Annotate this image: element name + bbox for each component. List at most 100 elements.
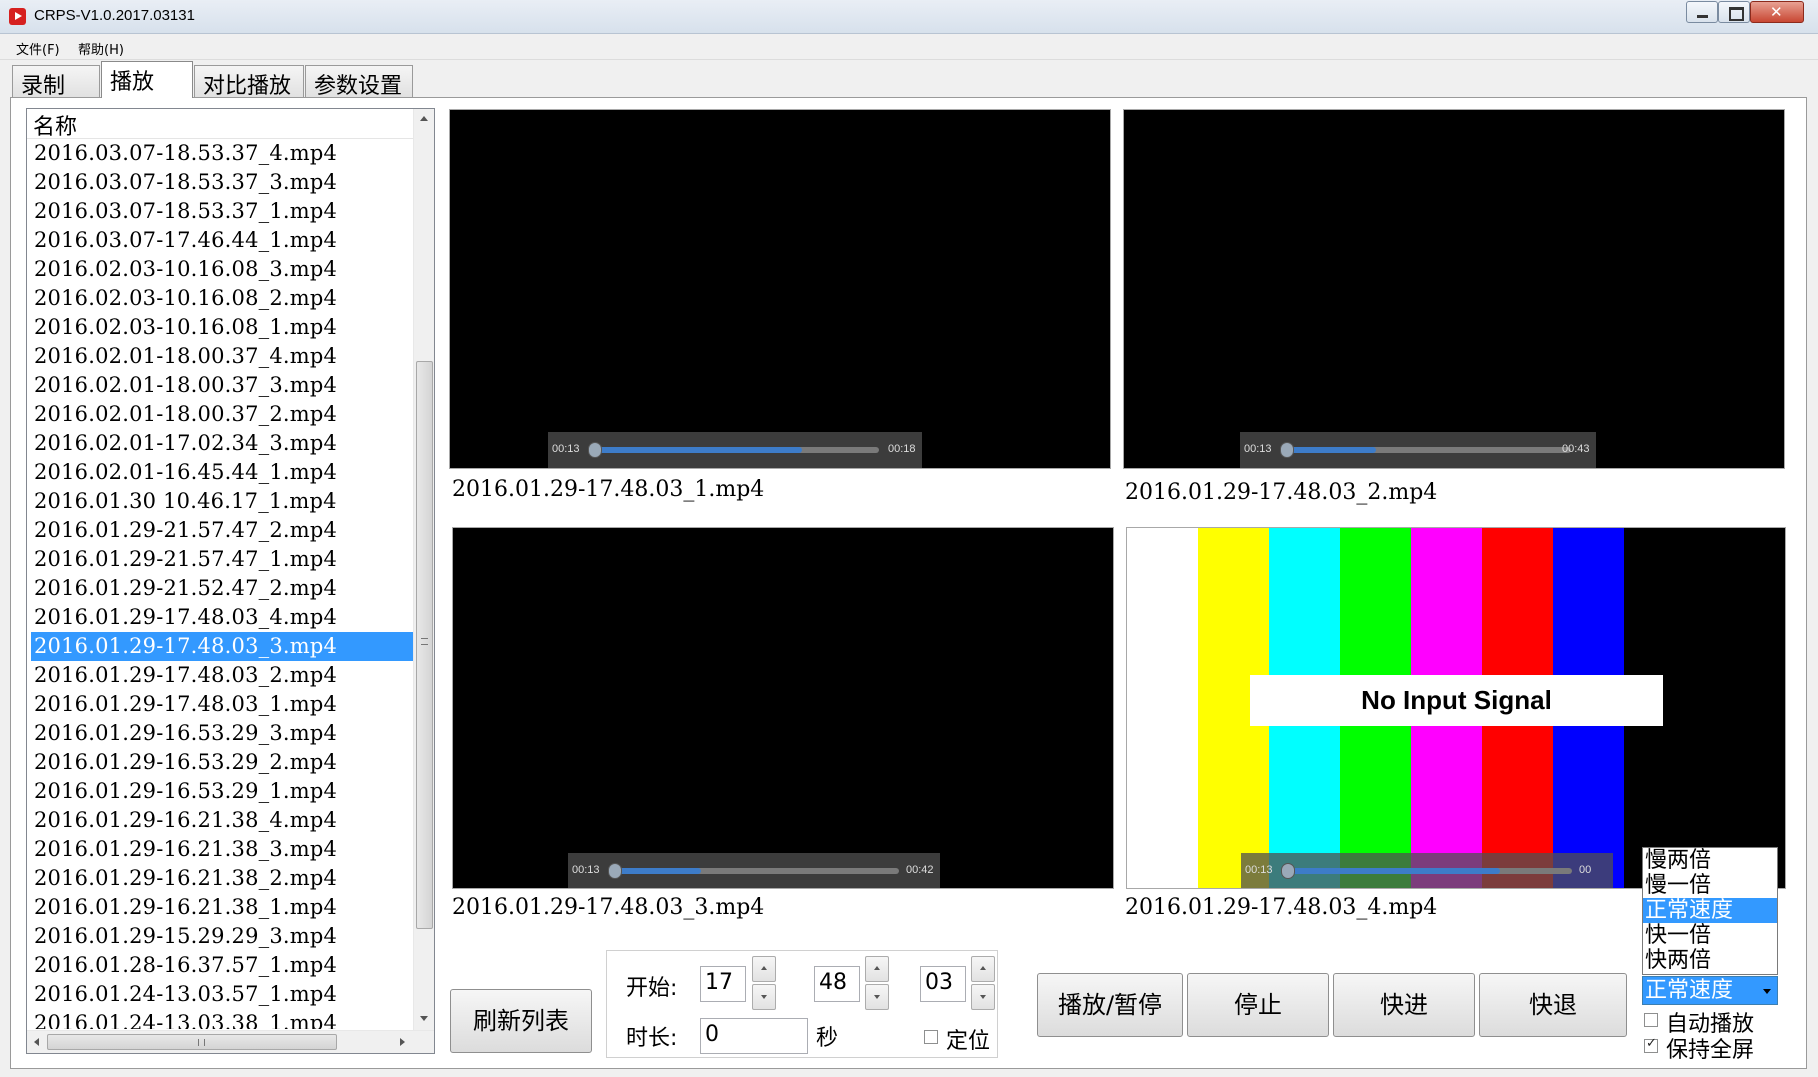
keep-fullscreen-checkbox[interactable] [1644, 1036, 1658, 1053]
tab-compare-play[interactable]: 对比播放 [194, 65, 304, 99]
file-list-item[interactable]: 2016.01.29-15.29.29_3.mp4 [27, 922, 413, 951]
duration-field[interactable]: 0 [700, 1018, 808, 1054]
speed-option[interactable]: 快一倍 [1643, 923, 1777, 948]
tab-parameter-settings[interactable]: 参数设置 [305, 65, 413, 99]
seek-bar[interactable] [1280, 442, 1571, 458]
seek-knob[interactable] [1280, 442, 1294, 458]
file-list-item[interactable]: 2016.01.30 10.46.17_1.mp4 [27, 487, 413, 516]
maximize-button[interactable] [1718, 1, 1750, 23]
start-hour-field[interactable]: 17 [700, 966, 746, 1002]
speed-option[interactable]: 正常速度 [1643, 898, 1777, 923]
file-list-item[interactable]: 2016.01.29-16.53.29_3.mp4 [27, 719, 413, 748]
start-hour-stepper[interactable] [752, 956, 776, 1010]
video-pane-2[interactable]: 00:13 00:43 [1123, 109, 1785, 469]
file-list-item[interactable]: 2016.02.01-18.00.37_2.mp4 [27, 400, 413, 429]
current-time: 00:13 [1245, 864, 1273, 876]
seek-knob[interactable] [608, 863, 622, 879]
video-control-bar[interactable]: 00:13 00:42 [568, 853, 940, 888]
file-list-item[interactable]: 2016.01.29-16.21.38_3.mp4 [27, 835, 413, 864]
seek-knob[interactable] [588, 442, 602, 458]
video-control-bar[interactable]: 00:13 00:43 [1240, 432, 1596, 468]
file-list[interactable]: 名称 2016.03.07-18.53.37_4.mp4 2016.03.07-1… [26, 108, 435, 1054]
file-list-item[interactable]: 2016.02.01-18.00.37_4.mp4 [27, 342, 413, 371]
menu-file[interactable]: 文件(F) [16, 39, 60, 58]
locate-checkbox[interactable] [924, 1030, 938, 1044]
horizontal-scrollbar[interactable] [27, 1030, 434, 1053]
scroll-right-arrow-icon[interactable] [393, 1031, 413, 1053]
file-list-item[interactable]: 2016.02.03-10.16.08_2.mp4 [27, 284, 413, 313]
start-minute-field[interactable]: 48 [814, 966, 860, 1002]
video-pane-3[interactable]: 00:13 00:42 [452, 527, 1114, 889]
spin-up-icon[interactable] [752, 956, 776, 982]
seek-bar[interactable] [1281, 863, 1572, 879]
menu-help[interactable]: 帮助(H) [78, 39, 124, 58]
video-control-bar[interactable]: 00:13 00 [1241, 853, 1613, 888]
file-list-item[interactable]: 2016.01.29-17.48.03_4.mp4 [27, 603, 413, 632]
rewind-button[interactable]: 快退 [1479, 973, 1627, 1037]
spin-up-icon[interactable] [971, 956, 995, 982]
file-list-item[interactable]: 2016.02.01-16.45.44_1.mp4 [27, 458, 413, 487]
file-list-item[interactable]: 2016.01.28-16.37.57_1.mp4 [27, 951, 413, 980]
file-list-item[interactable]: 2016.03.07-18.53.37_4.mp4 [27, 139, 413, 168]
scroll-up-arrow-icon[interactable] [414, 109, 434, 129]
spin-down-icon[interactable] [752, 984, 776, 1010]
file-list-item[interactable]: 2016.02.01-17.02.34_3.mp4 [27, 429, 413, 458]
vertical-scroll-thumb[interactable] [416, 361, 433, 929]
tab-play[interactable]: 播放 [101, 61, 193, 98]
speed-dropdown-list[interactable]: 慢两倍 慢一倍 正常速度 快一倍 快两倍 [1642, 847, 1778, 975]
file-list-item[interactable]: 2016.01.24-13.03.57_1.mp4 [27, 980, 413, 1009]
duration-label: 时长: [626, 1026, 678, 1051]
speed-select[interactable]: 正常速度 [1642, 976, 1778, 1005]
window-title: CRPS-V1.0.2017.03131 [34, 7, 195, 24]
file-list-item[interactable]: 2016.01.29-21.57.47_1.mp4 [27, 545, 413, 574]
list-header-name[interactable]: 名称 [27, 109, 413, 140]
speed-option[interactable]: 慢一倍 [1643, 873, 1777, 898]
file-list-item[interactable]: 2016.01.29-21.57.47_2.mp4 [27, 516, 413, 545]
start-minute-stepper[interactable] [865, 956, 889, 1010]
vertical-scrollbar[interactable] [413, 109, 434, 1030]
refresh-list-button[interactable]: 刷新列表 [450, 989, 592, 1053]
video-pane-4[interactable]: No Input Signal 00:13 00 [1126, 527, 1786, 889]
seek-bar[interactable] [608, 863, 899, 879]
file-list-item[interactable]: 2016.02.03-10.16.08_1.mp4 [27, 313, 413, 342]
spin-down-icon[interactable] [971, 984, 995, 1010]
file-list-item[interactable]: 2016.01.29-17.48.03_2.mp4 [27, 661, 413, 690]
file-list-item[interactable]: 2016.01.29-16.53.29_2.mp4 [27, 748, 413, 777]
autoplay-checkbox[interactable] [1644, 1013, 1658, 1027]
file-list-item[interactable]: 2016.01.29-16.21.38_4.mp4 [27, 806, 413, 835]
file-list-item[interactable]: 2016.03.07-18.53.37_3.mp4 [27, 168, 413, 197]
tab-record[interactable]: 录制 [12, 65, 100, 99]
total-time: 00:42 [906, 864, 934, 876]
scroll-down-arrow-icon[interactable] [414, 1009, 434, 1029]
locate-label: 定位 [946, 1029, 991, 1054]
close-button[interactable] [1750, 1, 1804, 23]
video-control-bar[interactable]: 00:13 00:18 [548, 432, 922, 468]
seek-bar[interactable] [588, 442, 879, 458]
speed-option[interactable]: 快两倍 [1643, 948, 1777, 973]
spin-down-icon[interactable] [865, 984, 889, 1010]
file-list-item[interactable]: 2016.02.03-10.16.08_3.mp4 [27, 255, 413, 284]
file-list-item[interactable]: 2016.01.29-16.53.29_1.mp4 [27, 777, 413, 806]
file-list-item[interactable]: 2016.03.07-18.53.37_1.mp4 [27, 197, 413, 226]
file-list-item[interactable]: 2016.01.29-21.52.47_2.mp4 [27, 574, 413, 603]
horizontal-scroll-thumb[interactable] [47, 1034, 337, 1050]
speed-option[interactable]: 慢两倍 [1643, 848, 1777, 873]
start-second-field[interactable]: 03 [920, 966, 966, 1002]
file-list-item[interactable]: 2016.02.01-18.00.37_3.mp4 [27, 371, 413, 400]
start-second-stepper[interactable] [971, 956, 995, 1010]
chevron-down-icon[interactable] [1763, 989, 1771, 994]
minimize-button[interactable] [1686, 1, 1718, 23]
stop-button[interactable]: 停止 [1187, 973, 1329, 1037]
fast-forward-button[interactable]: 快进 [1333, 973, 1475, 1037]
scroll-left-arrow-icon[interactable] [27, 1031, 47, 1053]
seek-knob[interactable] [1281, 863, 1295, 879]
file-list-item[interactable]: 2016.01.24-13.03.38_1.mp4 [27, 1009, 413, 1029]
file-list-item[interactable]: 2016.01.29-17.48.03_1.mp4 [27, 690, 413, 719]
video-pane-1[interactable]: 00:13 00:18 [449, 109, 1111, 469]
spin-up-icon[interactable] [865, 956, 889, 982]
file-list-item[interactable]: 2016.01.29-16.21.38_2.mp4 [27, 864, 413, 893]
file-list-item[interactable]: 2016.03.07-17.46.44_1.mp4 [27, 226, 413, 255]
play-pause-button[interactable]: 播放/暂停 [1037, 973, 1183, 1037]
file-list-item[interactable]: 2016.01.29-16.21.38_1.mp4 [27, 893, 413, 922]
file-list-item[interactable]: 2016.01.29-17.48.03_3.mp4 [31, 632, 413, 661]
